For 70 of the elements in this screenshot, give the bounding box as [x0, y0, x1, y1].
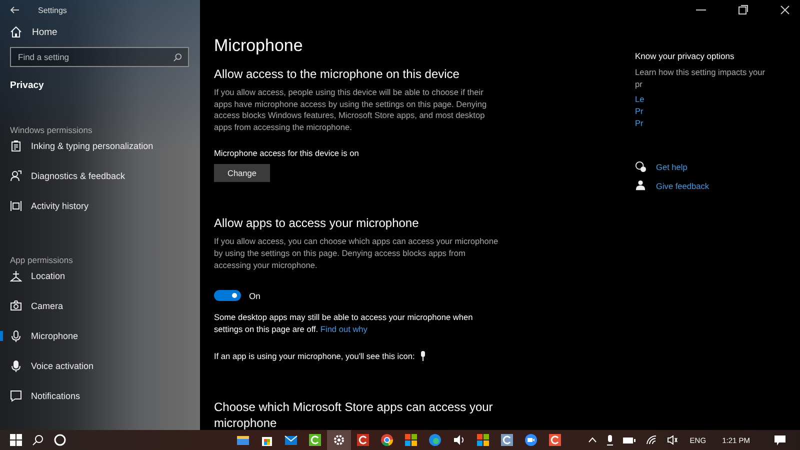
description-text: If you allow access, people using this device will be able to choose if their apps have microphone access by using the settings on this page. Denying access blocks Windows features, Microsoft Store apps, and most desktop apps from accessing the microphone.	[214, 87, 488, 134]
mic-filled-icon	[10, 360, 22, 372]
search-icon[interactable]	[32, 434, 44, 446]
help-link[interactable]: Give feedback	[656, 180, 710, 190]
find-out-why-link[interactable]: Find out why	[320, 324, 368, 334]
help-link[interactable]: Get help	[656, 162, 688, 172]
privacy-link[interactable]: Pr	[635, 105, 644, 117]
camera-icon	[10, 300, 22, 312]
aside-heading: Know your privacy options	[635, 51, 736, 61]
tile-icon	[500, 433, 514, 447]
status-text: Microphone access for this device is on	[214, 148, 360, 158]
home-link[interactable]: Home	[0, 26, 200, 38]
group-heading: Windows permissions	[9, 125, 94, 135]
note-text: Some desktop apps may still be able to access your microphone when settings on this page are off. Find out why	[214, 312, 474, 336]
chat-bubble-icon	[635, 161, 646, 172]
tile-icon	[548, 433, 562, 447]
home-icon	[10, 26, 22, 38]
circle-icon[interactable]	[54, 434, 66, 446]
microphone-icon[interactable]	[606, 434, 613, 446]
section-heading: Allow access to the microphone on this device	[214, 67, 460, 81]
sidebar-item[interactable]: Activity history	[0, 191, 200, 221]
sidebar-item[interactable]: Camera	[0, 291, 200, 321]
section-heading: Choose which Microsoft Store apps can access your microphone	[214, 399, 494, 430]
search-icon	[173, 52, 182, 62]
back-arrow-icon[interactable]	[10, 5, 20, 15]
toggle-switch[interactable]	[214, 290, 241, 302]
person-icon	[10, 170, 22, 182]
grid-icon	[404, 433, 418, 447]
toggle-label: On	[249, 290, 260, 301]
sidebar-item[interactable]: Voice activation	[0, 351, 200, 381]
group-heading: App permissions	[9, 255, 74, 265]
section-title: Privacy	[9, 80, 45, 91]
aside-text: Learn how this setting impacts your	[635, 66, 766, 78]
folder-icon	[236, 433, 250, 447]
clipboard-icon	[10, 140, 22, 152]
sidebar-item[interactable]: Notifications	[0, 381, 200, 411]
sidebar-item[interactable]: Microphone	[0, 321, 200, 351]
wifi-icon[interactable]	[646, 435, 657, 445]
privacy-link[interactable]: Pr	[635, 117, 644, 129]
page-title: Microphone	[214, 36, 304, 56]
maximize-icon[interactable]	[738, 5, 748, 15]
icon-note-text: If an app is using your microphone, you'll see this icon:	[214, 351, 415, 362]
mic-icon	[10, 330, 22, 342]
tile-icon	[308, 433, 322, 447]
timeline-icon	[10, 200, 22, 212]
section-heading: Allow apps to access your microphone	[214, 216, 420, 230]
person-icon	[635, 180, 646, 191]
speaker-muted-icon[interactable]	[666, 435, 678, 445]
mail-icon	[284, 433, 298, 447]
aside-text: pr	[635, 78, 644, 90]
privacy-link[interactable]: Le	[635, 93, 644, 105]
notification-icon[interactable]	[774, 434, 786, 446]
search-field[interactable]: Find a setting	[10, 47, 189, 67]
taskbar-app[interactable]	[327, 430, 351, 450]
close-icon[interactable]	[780, 5, 790, 15]
chat-icon	[10, 390, 22, 402]
chrome-icon	[380, 433, 394, 447]
battery-icon[interactable]	[622, 436, 636, 444]
change-button[interactable]: Change	[214, 164, 270, 182]
chevron-up-icon[interactable]	[588, 437, 597, 443]
zoom-icon	[524, 433, 538, 447]
grid-icon	[476, 433, 490, 447]
sidebar-item[interactable]: Diagnostics & feedback	[0, 161, 200, 191]
windows-start-icon[interactable]	[10, 434, 22, 446]
speaker-icon	[452, 433, 466, 447]
description-text: If you allow access, you can choose which apps can access your microphone by using the settings on this page. Denying access blocks apps from accessing your microphone.	[214, 236, 499, 272]
gear-icon	[332, 433, 346, 447]
microphone-icon	[420, 351, 426, 362]
tile-icon	[356, 433, 370, 447]
window-title: Settings	[38, 6, 67, 14]
